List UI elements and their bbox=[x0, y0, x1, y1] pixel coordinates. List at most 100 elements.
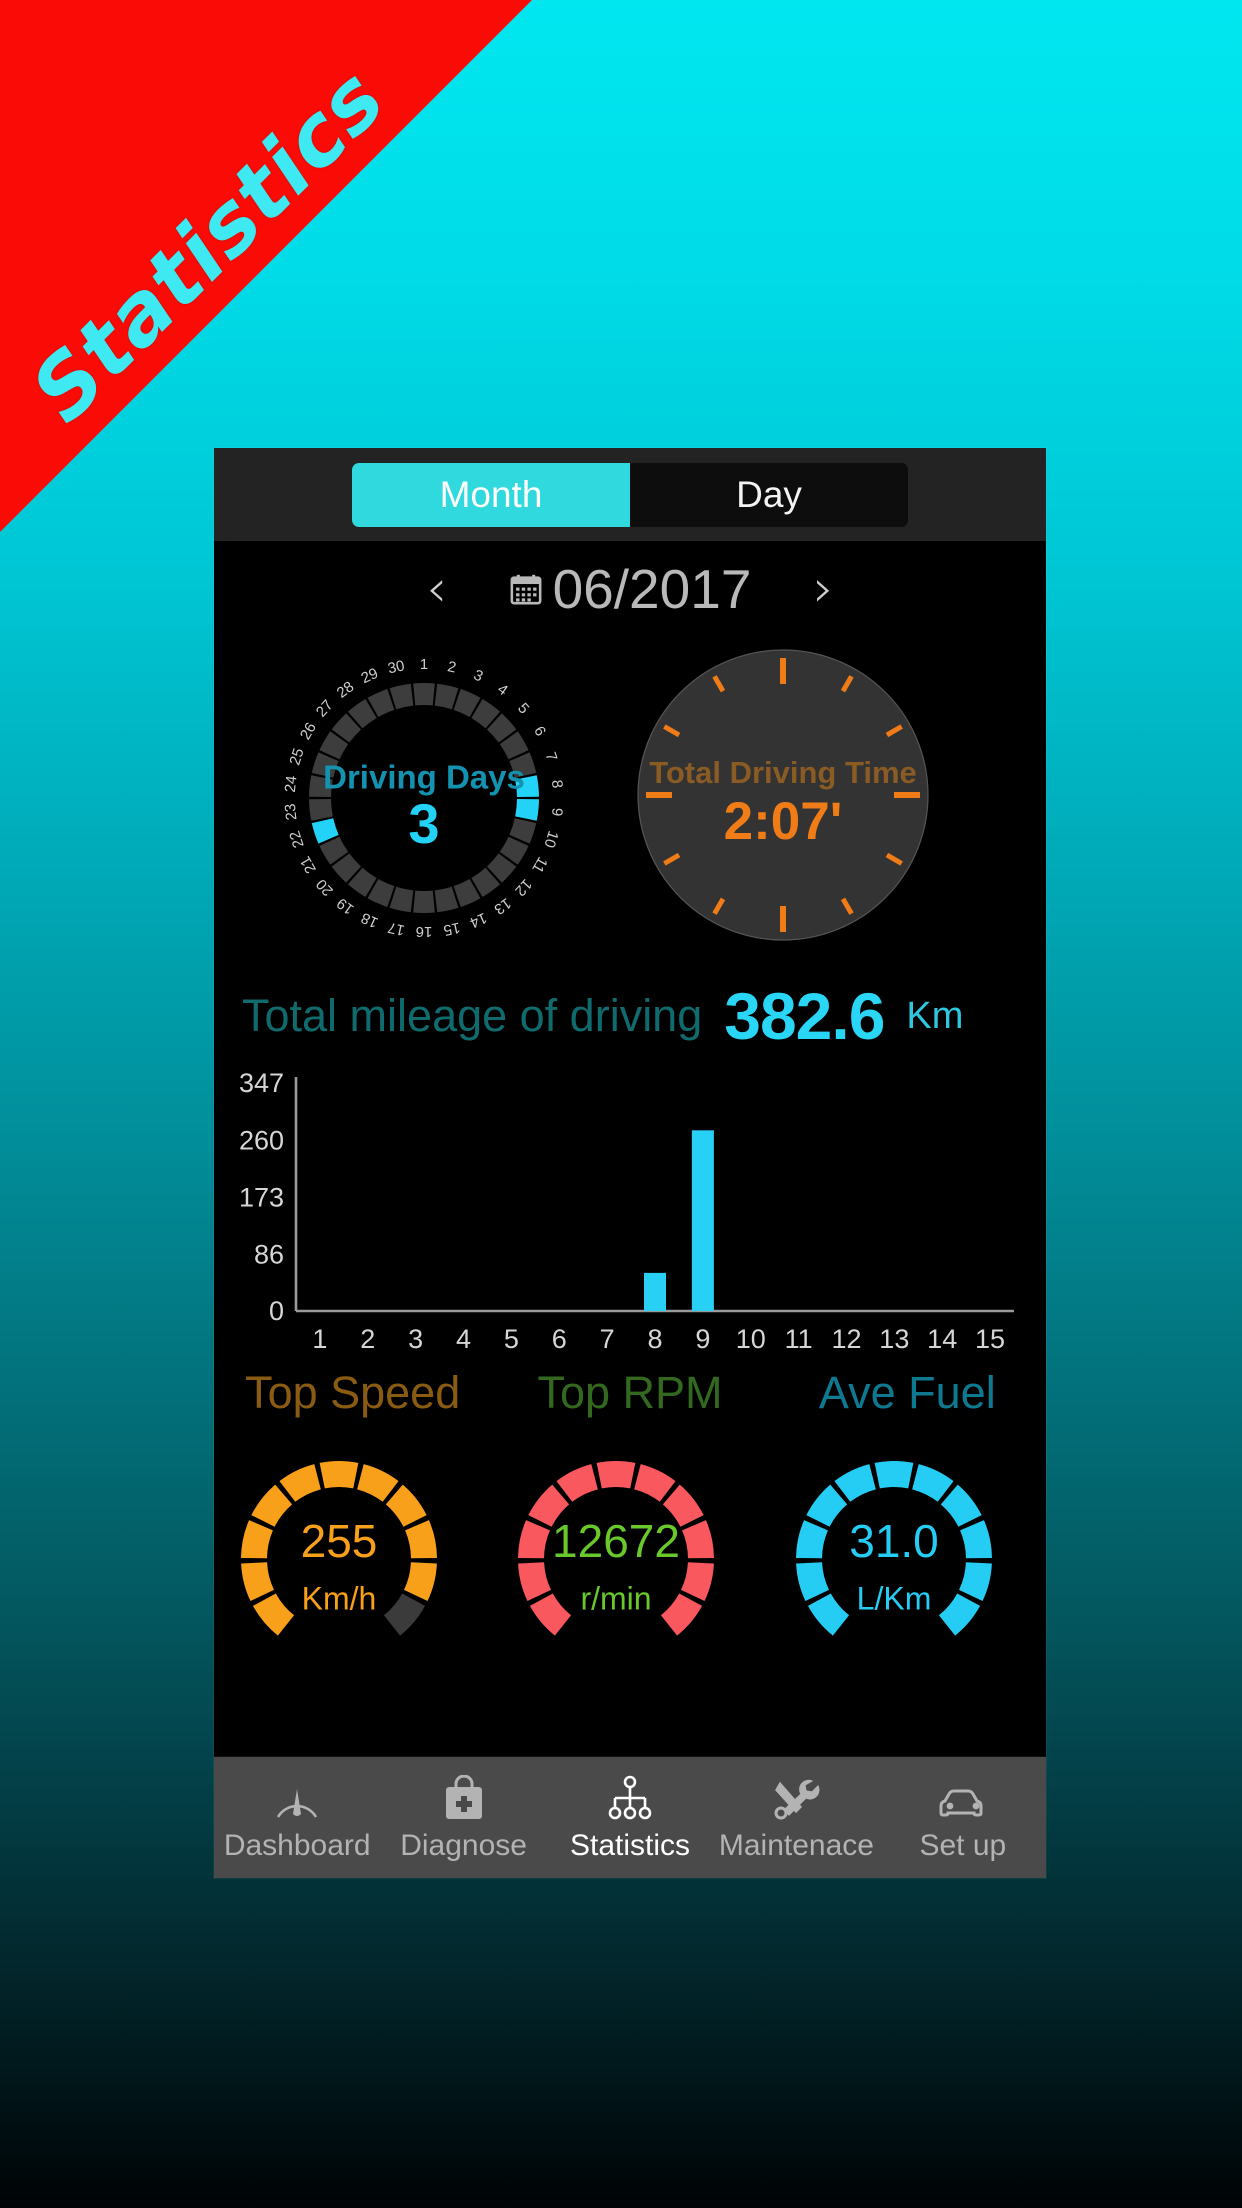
day-label-17: 17 bbox=[386, 919, 406, 939]
day-label-27: 27 bbox=[313, 697, 337, 721]
period-tabbar: Month Day bbox=[214, 448, 1046, 541]
x-tick-label-2: 2 bbox=[360, 1324, 375, 1354]
gauge-1-segment-2 bbox=[518, 1520, 551, 1559]
day-label-18: 18 bbox=[359, 909, 381, 931]
gauge-0-segment-3 bbox=[251, 1484, 293, 1527]
speedometer-icon bbox=[272, 1773, 322, 1823]
day-label-11: 11 bbox=[528, 854, 551, 876]
gauge-value-2: 31.0 bbox=[849, 1515, 939, 1567]
gauge-1-segment-5 bbox=[596, 1461, 636, 1489]
bar-8 bbox=[643, 1272, 667, 1311]
period-segmented-control[interactable]: Month Day bbox=[352, 462, 908, 527]
driving-time-dial[interactable]: Total Driving Time2:07' bbox=[618, 643, 948, 953]
ribbon-label: Statistics bbox=[12, 49, 404, 441]
gauge-2-segment-10 bbox=[938, 1593, 980, 1636]
nav-label-dashboard: Dashboard bbox=[223, 1828, 371, 1862]
day-label-10: 10 bbox=[540, 829, 561, 850]
day-label-1: 1 bbox=[420, 656, 428, 673]
day-label-25: 25 bbox=[286, 746, 307, 767]
bar-9 bbox=[691, 1130, 714, 1311]
day-label-19: 19 bbox=[334, 894, 357, 918]
next-month-button[interactable]: › bbox=[801, 563, 845, 615]
driving-time-value: 2:07' bbox=[724, 792, 843, 851]
day-label-20: 20 bbox=[313, 875, 337, 899]
gauge-0-segment-5 bbox=[319, 1461, 359, 1489]
day-segment-15 bbox=[434, 886, 459, 913]
gauge-2-segment-7 bbox=[940, 1484, 982, 1527]
gauge-1-segment-4 bbox=[556, 1464, 599, 1502]
nav-item-diagnose[interactable]: Diagnose bbox=[380, 1757, 546, 1878]
gauge-0-segment-4 bbox=[279, 1464, 321, 1502]
gauge-2-segment-9 bbox=[958, 1562, 992, 1602]
gauge-label-top-speed: Top Speed bbox=[245, 1367, 461, 1418]
mileage-value: 382.6 bbox=[724, 979, 885, 1053]
driving-time-title: Total Driving Time bbox=[649, 755, 917, 790]
tab-day[interactable]: Day bbox=[630, 462, 908, 527]
day-label-21: 21 bbox=[297, 853, 320, 876]
calendar-icon bbox=[509, 572, 543, 606]
gauge-0-segment-10 bbox=[383, 1593, 426, 1636]
x-tick-label-13: 13 bbox=[879, 1324, 909, 1354]
nav-label-diagnose: Diagnose bbox=[400, 1828, 527, 1862]
x-tick-label-14: 14 bbox=[927, 1324, 957, 1354]
day-label-16: 16 bbox=[416, 923, 433, 940]
day-label-28: 28 bbox=[334, 678, 357, 702]
gauge-unit-0: Km/h bbox=[302, 1580, 377, 1616]
gauge-top-speed[interactable]: 255 Km/h bbox=[214, 1437, 491, 1687]
x-tick-label-1: 1 bbox=[312, 1324, 327, 1354]
day-label-7: 7 bbox=[542, 750, 561, 763]
nav-item-dashboard[interactable]: Dashboard bbox=[214, 1757, 380, 1878]
nav-label-setup: Set up bbox=[919, 1828, 1007, 1862]
prev-month-button[interactable]: ‹ bbox=[415, 563, 459, 615]
app-screenshot-card: Month Day ‹ 06/2017 › 1 2 3 4 5 6 7 8 9 … bbox=[214, 448, 1046, 1878]
date-display: 06/2017 bbox=[509, 557, 751, 621]
gauge-0-segment-9 bbox=[404, 1562, 437, 1602]
gauge-2-segment-5 bbox=[874, 1461, 914, 1489]
total-mileage-row: Total mileage of driving 382.6 Km bbox=[214, 967, 1046, 1065]
date-navigator: ‹ 06/2017 › bbox=[214, 541, 1046, 637]
day-segment-1 bbox=[413, 683, 435, 706]
gauge-1-segment-10 bbox=[661, 1593, 703, 1636]
day-label-23: 23 bbox=[282, 803, 301, 821]
day-label-3: 3 bbox=[471, 667, 486, 686]
hierarchy-icon bbox=[605, 1773, 655, 1823]
day-label-22: 22 bbox=[286, 829, 307, 850]
gauge-2-segment-1 bbox=[795, 1562, 829, 1602]
gauge-2-segment-3 bbox=[806, 1484, 847, 1527]
gauge-1-segment-8 bbox=[682, 1520, 715, 1559]
gauge-ave-fuel[interactable]: 31.0 L/Km bbox=[769, 1437, 1046, 1687]
day-segment-30 bbox=[389, 683, 414, 710]
driving-days-dial[interactable]: 1 2 34567891011121314151617181920212223242… bbox=[224, 633, 624, 963]
tab-month[interactable]: Month bbox=[352, 462, 630, 527]
nav-item-maintenace[interactable]: Maintenace bbox=[713, 1757, 879, 1878]
gauges-row: 255 Km/h 12672 r/min 31.0 L/Km bbox=[214, 1437, 1046, 1687]
day-label-4: 4 bbox=[494, 681, 511, 700]
day-segment-2 bbox=[434, 683, 459, 710]
driving-days-title: Driving Days bbox=[323, 759, 525, 796]
gauge-2-segment-0 bbox=[807, 1593, 849, 1636]
day-label-26: 26 bbox=[297, 720, 320, 743]
gauge-2-segment-8 bbox=[959, 1520, 992, 1559]
gauge-unit-2: L/Km bbox=[856, 1580, 931, 1616]
driving-days-value: 3 bbox=[408, 792, 439, 855]
gauge-top-rpm[interactable]: 12672 r/min bbox=[491, 1437, 768, 1687]
mileage-label: Total mileage of driving bbox=[242, 990, 703, 1041]
day-label-29: 29 bbox=[359, 665, 381, 687]
day-label-14: 14 bbox=[467, 909, 489, 931]
x-tick-label-10: 10 bbox=[736, 1324, 766, 1354]
gauge-1-segment-6 bbox=[634, 1464, 676, 1502]
gauge-0-segment-0 bbox=[252, 1593, 295, 1636]
gauge-1-segment-0 bbox=[530, 1593, 572, 1636]
day-label-9: 9 bbox=[548, 807, 566, 817]
day-segment-17 bbox=[389, 886, 414, 913]
medical-bag-icon bbox=[441, 1773, 487, 1823]
nav-item-statistics[interactable]: Statistics bbox=[547, 1757, 713, 1878]
gauge-1-segment-1 bbox=[518, 1562, 552, 1602]
day-segment-9 bbox=[515, 798, 539, 821]
nav-item-setup[interactable]: Set up bbox=[880, 1757, 1046, 1878]
y-tick-label-0: 0 bbox=[269, 1296, 284, 1326]
dials-row: 1 2 3 4 5 6 7 8 9 10 11 12 13 14 15 16 17 18 19 20 21 22 23 24 2… bbox=[214, 637, 1046, 967]
day-label-24: 24 bbox=[282, 775, 301, 793]
y-tick-label-4: 347 bbox=[239, 1068, 284, 1098]
x-tick-label-3: 3 bbox=[408, 1324, 423, 1354]
